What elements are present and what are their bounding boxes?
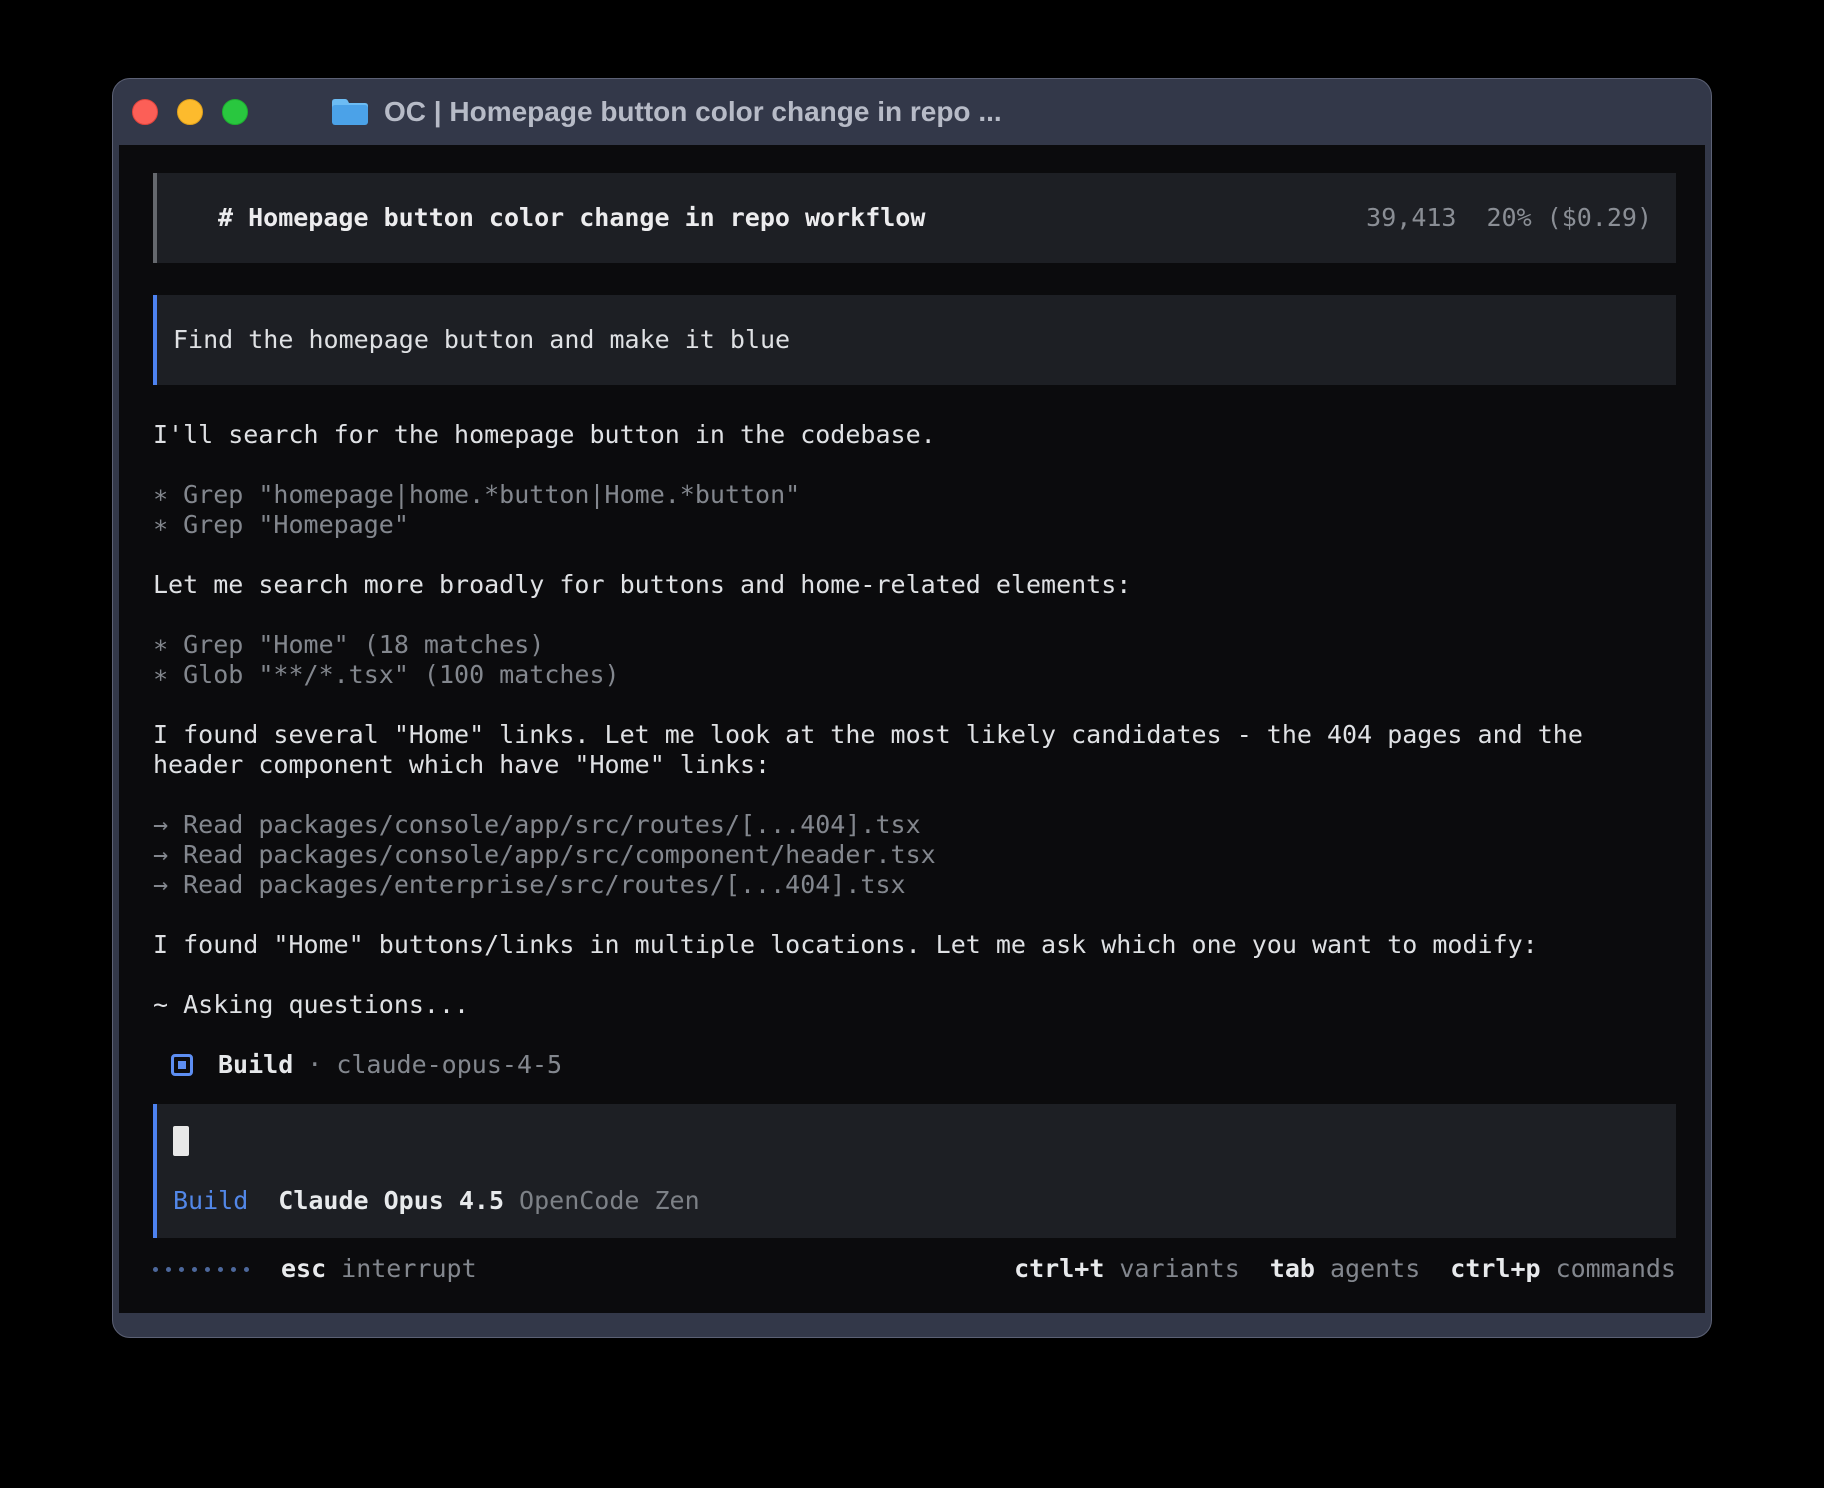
tool-call-read: → Read packages/console/app/src/componen… <box>153 840 1633 870</box>
shortcut-commands: ctrl+p commands <box>1450 1254 1676 1284</box>
assistant-text: I found "Home" buttons/links in multiple… <box>153 930 1633 960</box>
assistant-text: I found several "Home" links. Let me loo… <box>153 720 1633 780</box>
spinner-dot <box>231 1267 236 1272</box>
tool-call-glob: ∗ Glob "**/*.tsx" (100 matches) <box>153 660 1633 690</box>
status-bar-left: esc interrupt <box>153 1254 477 1284</box>
input-model-label: Claude Opus 4.5 <box>278 1186 504 1216</box>
prompt-input[interactable]: Build Claude Opus 4.5 OpenCode Zen <box>153 1104 1676 1238</box>
tool-call-group: → Read packages/console/app/src/routes/[… <box>153 810 1633 900</box>
shortcut-key: ctrl+p <box>1450 1254 1540 1284</box>
session-stats: 39,413 20% ($0.29) <box>1366 203 1652 233</box>
tool-call-grep: ∗ Grep "Homepage" <box>153 510 1633 540</box>
agent-status-line: Build · claude-opus-4-5 <box>153 1050 1633 1080</box>
assistant-paragraph: I'll search for the homepage button in t… <box>153 420 1633 450</box>
spinner-dot <box>244 1267 249 1272</box>
input-provider-label: OpenCode Zen <box>519 1186 700 1216</box>
minimize-button[interactable] <box>177 99 203 125</box>
assistant-status: ~ Asking questions... <box>153 990 1633 1020</box>
shortcut-key: tab <box>1270 1254 1315 1284</box>
spinner-dot <box>205 1267 210 1272</box>
assistant-paragraph: I found several "Home" links. Let me loo… <box>153 720 1633 780</box>
spinner-dots-icon <box>153 1267 249 1272</box>
shortcut-agents: tab agents <box>1270 1254 1420 1284</box>
context-percent: 20% <box>1486 203 1531 233</box>
tool-call-group: ∗ Grep "homepage|home.*button|Home.*butt… <box>153 480 1633 540</box>
status-bar: esc interrupt ctrl+t variants tab agents… <box>153 1254 1676 1284</box>
esc-key-hint: esc <box>281 1254 326 1284</box>
terminal-content: # Homepage button color change in repo w… <box>119 145 1705 1313</box>
token-count: 39,413 <box>1366 203 1456 233</box>
tool-call-read: → Read packages/enterprise/src/routes/[.… <box>153 870 1633 900</box>
input-meta: Build Claude Opus 4.5 OpenCode Zen <box>173 1186 1654 1216</box>
shortcut-label: agents <box>1330 1254 1420 1284</box>
agent-model: claude-opus-4-5 <box>336 1050 562 1080</box>
tool-call-group: ∗ Grep "Home" (18 matches) ∗ Glob "**/*.… <box>153 630 1633 690</box>
tool-call-read: → Read packages/console/app/src/routes/[… <box>153 810 1633 840</box>
status-bar-right: ctrl+t variants tab agents ctrl+p comman… <box>1014 1254 1676 1284</box>
interrupt-label: interrupt <box>341 1254 476 1284</box>
agent-name: Build <box>218 1050 293 1080</box>
agent-separator: · <box>307 1050 322 1080</box>
assistant-paragraph: I found "Home" buttons/links in multiple… <box>153 930 1633 960</box>
spinner-dot <box>153 1267 158 1272</box>
shortcut-label: commands <box>1556 1254 1676 1284</box>
session-cost: ($0.29) <box>1547 203 1652 233</box>
assistant-paragraph: Let me search more broadly for buttons a… <box>153 570 1633 600</box>
assistant-text: I'll search for the homepage button in t… <box>153 420 1633 450</box>
user-message-text: Find the homepage button and make it blu… <box>173 325 790 355</box>
asking-questions-status: ~ Asking questions... <box>153 990 1633 1020</box>
session-header: # Homepage button color change in repo w… <box>153 173 1676 263</box>
shortcut-key: ctrl+t <box>1014 1254 1104 1284</box>
folder-icon <box>330 96 370 128</box>
close-button[interactable] <box>132 99 158 125</box>
zoom-button[interactable] <box>222 99 248 125</box>
input-agent-label: Build <box>173 1186 248 1216</box>
tool-call-grep: ∗ Grep "homepage|home.*button|Home.*butt… <box>153 480 1633 510</box>
terminal-window: OC | Homepage button color change in rep… <box>112 78 1712 1338</box>
conversation: I'll search for the homepage button in t… <box>153 420 1633 1080</box>
assistant-text: Let me search more broadly for buttons a… <box>153 570 1633 600</box>
window-title: OC | Homepage button color change in rep… <box>384 96 1002 128</box>
text-cursor <box>173 1126 189 1156</box>
spinner-dot <box>179 1267 184 1272</box>
traffic-lights <box>132 99 248 125</box>
titlebar[interactable]: OC | Homepage button color change in rep… <box>113 79 1711 145</box>
tool-call-grep: ∗ Grep "Home" (18 matches) <box>153 630 1633 660</box>
agent-square-icon <box>171 1054 193 1076</box>
spinner-dot <box>218 1267 223 1272</box>
shortcut-variants: ctrl+t variants <box>1014 1254 1240 1284</box>
session-title: # Homepage button color change in repo w… <box>218 203 925 233</box>
user-message: Find the homepage button and make it blu… <box>153 295 1676 385</box>
spinner-dot <box>192 1267 197 1272</box>
spinner-dot <box>166 1267 171 1272</box>
shortcut-label: variants <box>1119 1254 1239 1284</box>
